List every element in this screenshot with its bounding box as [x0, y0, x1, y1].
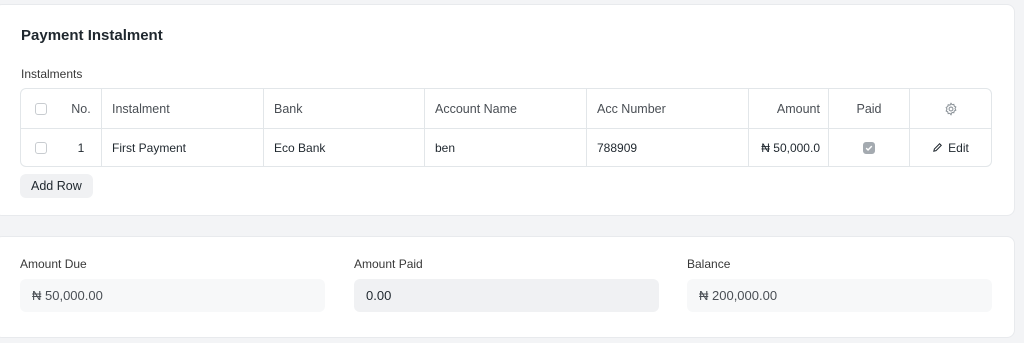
check-icon — [865, 145, 873, 151]
add-row-button[interactable]: Add Row — [20, 174, 93, 198]
amount-paid-field: Amount Paid 0.00 — [354, 257, 659, 312]
row-bank[interactable]: Eco Bank — [264, 128, 425, 166]
gear-icon[interactable] — [944, 101, 958, 116]
amount-due-label: Amount Due — [20, 257, 87, 271]
edit-button[interactable]: Edit — [932, 141, 969, 155]
header-amount: Amount — [749, 89, 829, 128]
select-all-cell — [21, 89, 61, 128]
amount-paid-input[interactable]: 0.00 — [354, 279, 659, 312]
instalments-table: No. Instalment Bank Account Name Acc Num… — [20, 88, 992, 167]
row-amount[interactable]: ₦ 50,000.0 — [749, 128, 829, 166]
row-instalment[interactable]: First Payment — [102, 128, 264, 166]
row-no: 1 — [61, 128, 102, 166]
balance-field: Balance ₦ 200,000.00 — [687, 257, 992, 312]
paid-checkbox[interactable] — [863, 141, 875, 154]
pencil-icon — [932, 142, 943, 153]
row-account-name[interactable]: ben — [425, 128, 587, 166]
header-acc-number: Acc Number — [587, 89, 749, 128]
row-edit-cell: Edit — [910, 128, 991, 166]
table-header-row: No. Instalment Bank Account Name Acc Num… — [21, 89, 991, 129]
section-title: Payment Instalment — [21, 27, 163, 44]
header-paid: Paid — [829, 89, 910, 128]
header-account-name: Account Name — [425, 89, 587, 128]
header-no: No. — [61, 89, 102, 128]
amount-due-field: Amount Due ₦ 50,000.00 — [20, 257, 325, 312]
row-paid-cell — [829, 128, 910, 166]
row-acc-number[interactable]: 788909 — [587, 128, 749, 166]
header-bank: Bank — [264, 89, 425, 128]
row-select-checkbox[interactable] — [35, 141, 47, 154]
select-all-checkbox[interactable] — [35, 102, 47, 115]
payment-instalment-section: Payment Instalment Instalments No. Insta… — [0, 4, 1015, 216]
row-select-cell — [21, 128, 61, 166]
grid-label: Instalments — [21, 67, 83, 81]
table-row[interactable]: 1 First Payment Eco Bank ben 788909 ₦ 50… — [21, 128, 991, 166]
balance-label: Balance — [687, 257, 731, 271]
edit-label: Edit — [948, 140, 969, 155]
amount-paid-label: Amount Paid — [354, 257, 423, 271]
amount-due-value: ₦ 50,000.00 — [20, 279, 325, 312]
totals-section: Amount Due ₦ 50,000.00 Amount Paid 0.00 … — [0, 236, 1015, 338]
column-settings-cell — [910, 89, 991, 128]
header-instalment: Instalment — [102, 89, 264, 128]
balance-value: ₦ 200,000.00 — [687, 279, 992, 312]
